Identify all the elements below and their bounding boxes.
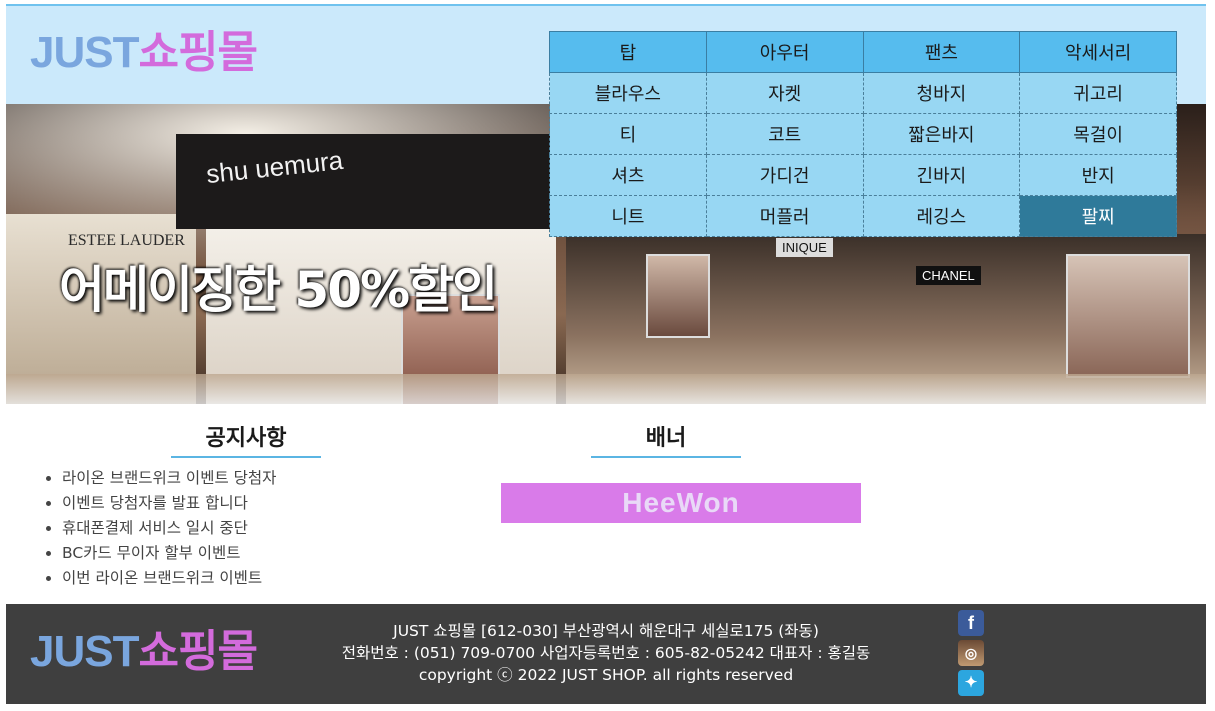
estee-lauder-sign: ESTEE LAUDER: [68, 232, 185, 249]
footer-copyright: copyright ⓒ 2022 JUST SHOP. all rights r…: [418, 666, 794, 684]
menu-row: 티 코트 짧은바지 목걸이: [549, 113, 1177, 155]
menu-item-shorts[interactable]: 짧은바지: [862, 113, 1021, 155]
menu-item-knit[interactable]: 니트: [549, 195, 707, 237]
twitter-icon[interactable]: ✦: [958, 670, 984, 696]
store-floor: [6, 374, 1206, 404]
notice-item[interactable]: 휴대폰결제 서비스 일시 중단: [62, 516, 276, 541]
social-links: f ◎ ✦: [958, 610, 984, 700]
menu-item-bracelet[interactable]: 팔찌: [1019, 195, 1177, 237]
footer-logo[interactable]: JUST쇼핑몰: [30, 630, 258, 674]
menu-row: 블라우스 자켓 청바지 귀고리: [549, 72, 1177, 114]
menu-item-jeans[interactable]: 청바지: [862, 72, 1021, 114]
notice-item[interactable]: BC카드 무이자 할부 이벤트: [62, 541, 276, 566]
menu-item-ring[interactable]: 반지: [1019, 154, 1177, 196]
notice-title: 공지사항: [171, 420, 321, 458]
content-area: 공지사항 라이온 브랜드위크 이벤트 당첨자 이벤트 당첨자를 발표 합니다 휴…: [6, 404, 1206, 604]
menu-item-jacket[interactable]: 자켓: [705, 72, 864, 114]
menu-item-coat[interactable]: 코트: [705, 113, 864, 155]
chanel-sign: CHANEL: [916, 266, 981, 285]
page: JUST쇼핑몰 ESTEE LAUDER shu uemura CHANEL I…: [6, 4, 1206, 704]
menu-item-tee[interactable]: 티: [549, 113, 707, 155]
menu-row-main: 탑 아우터 팬츠 악세서리: [549, 31, 1177, 73]
menu-row: 셔츠 가디건 긴바지 반지: [549, 154, 1177, 196]
notice-list: 라이온 브랜드위크 이벤트 당첨자 이벤트 당첨자를 발표 합니다 휴대폰결제 …: [42, 466, 276, 591]
menu-item-earrings[interactable]: 귀고리: [1019, 72, 1177, 114]
notice-item[interactable]: 이번 라이온 브랜드위크 이벤트: [62, 566, 276, 591]
site-logo[interactable]: JUST쇼핑몰: [30, 31, 258, 75]
shu-uemura-booth: shu uemura: [176, 134, 556, 229]
poster-image: [1066, 254, 1190, 378]
menu-item-leggings[interactable]: 레깅스: [862, 195, 1021, 237]
category-menu: 탑 아우터 팬츠 악세서리 블라우스 자켓 청바지 귀고리 티 코트 짧은바지 …: [549, 31, 1177, 237]
menu-item-shirt[interactable]: 셔츠: [549, 154, 707, 196]
menu-item-long-pants[interactable]: 긴바지: [862, 154, 1021, 196]
menu-item-pants[interactable]: 팬츠: [862, 31, 1021, 73]
notice-item[interactable]: 이벤트 당첨자를 발표 합니다: [62, 491, 276, 516]
banner-title: 배너: [591, 420, 741, 458]
instagram-icon[interactable]: ◎: [958, 640, 984, 666]
hero-headline: 어메이징한 50%할인: [59, 261, 498, 319]
menu-row: 니트 머플러 레깅스 팔찌: [549, 195, 1177, 237]
footer-contact: 전화번호 : (051) 709-0700 사업자등록번호 : 605-82-0…: [341, 644, 871, 662]
menu-item-cardigan[interactable]: 가디건: [705, 154, 864, 196]
menu-item-top[interactable]: 탑: [549, 31, 707, 73]
menu-item-outer[interactable]: 아우터: [705, 31, 864, 73]
banner-link[interactable]: HeeWon: [501, 483, 861, 523]
footer: JUST쇼핑몰 JUST 쇼핑몰 [612-030] 부산광역시 해운대구 세실…: [6, 604, 1206, 704]
menu-item-accessories[interactable]: 악세서리: [1019, 31, 1177, 73]
notice-item[interactable]: 라이온 브랜드위크 이벤트 당첨자: [62, 466, 276, 491]
facebook-icon[interactable]: f: [958, 610, 984, 636]
shu-uemura-sign: shu uemura: [204, 144, 345, 190]
footer-info: JUST 쇼핑몰 [612-030] 부산광역시 해운대구 세실로175 (좌동…: [306, 620, 906, 686]
poster-image: [646, 254, 710, 338]
menu-item-necklace[interactable]: 목걸이: [1019, 113, 1177, 155]
menu-item-blouse[interactable]: 블라우스: [549, 72, 707, 114]
menu-item-muffler[interactable]: 머플러: [705, 195, 864, 237]
footer-address: JUST 쇼핑몰 [612-030] 부산광역시 해운대구 세실로175 (좌동…: [393, 622, 819, 640]
inique-sign: INIQUE: [776, 238, 833, 257]
